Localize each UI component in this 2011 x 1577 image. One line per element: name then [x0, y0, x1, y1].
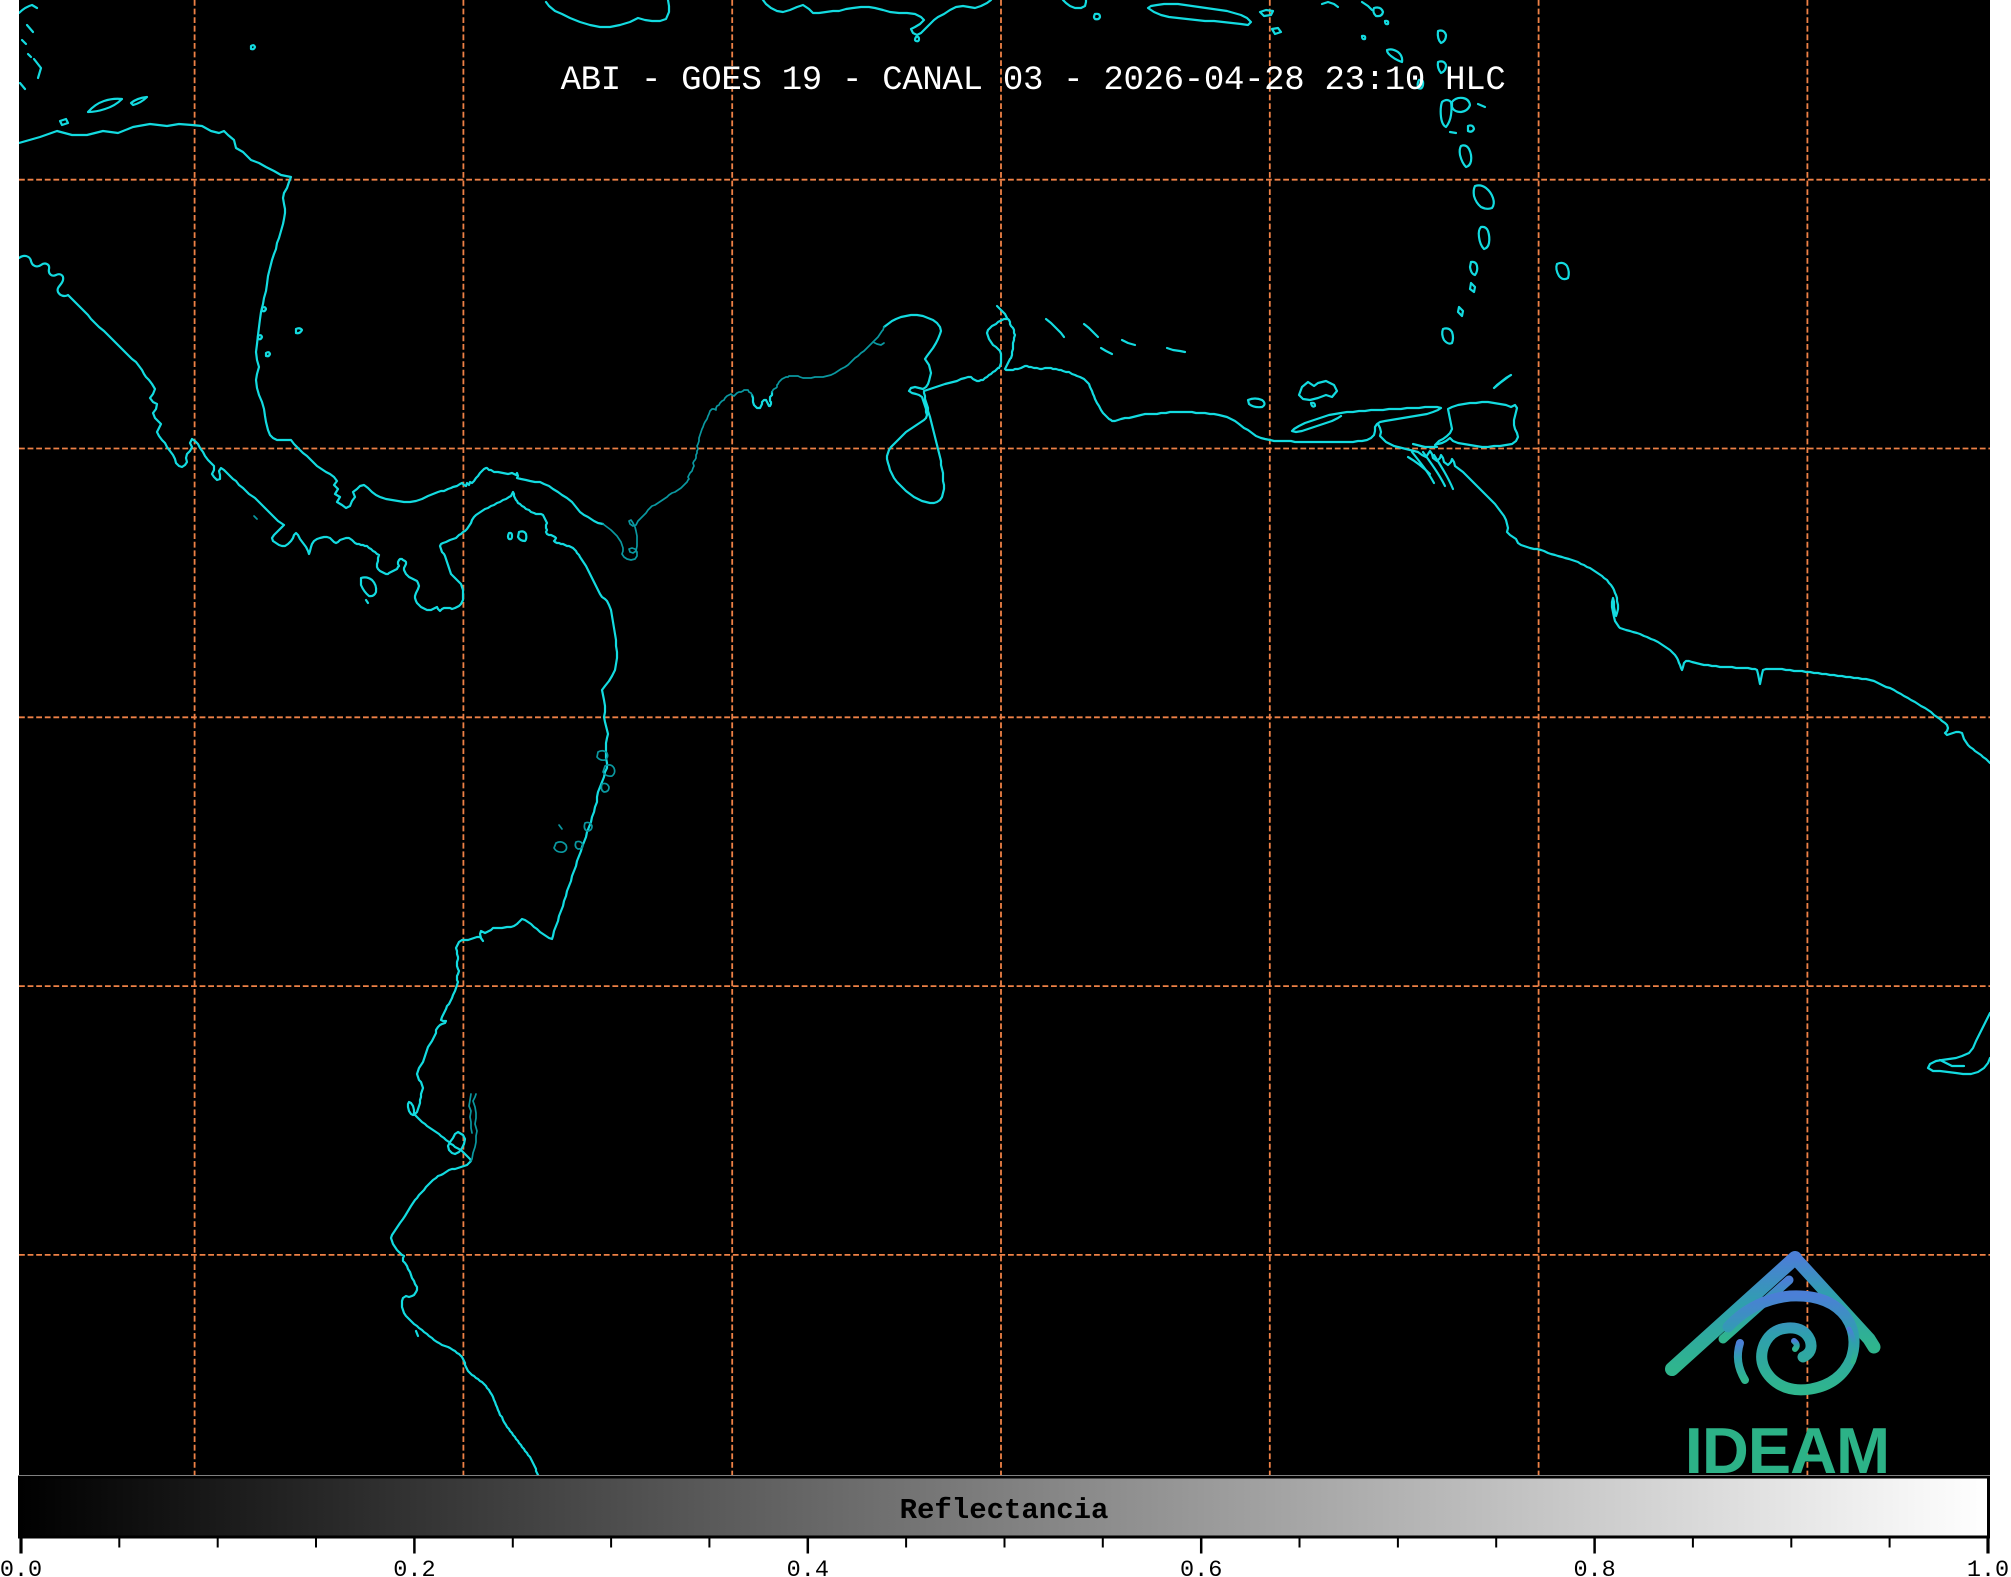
svg-text:ABI - GOES 19 - CANAL 03 - 202: ABI - GOES 19 - CANAL 03 - 2026-04-28 23…	[561, 62, 1506, 100]
svg-text:Reflectancia: Reflectancia	[900, 1494, 1109, 1527]
svg-text:1.0: 1.0	[1967, 1557, 2009, 1577]
svg-text:0.4: 0.4	[787, 1557, 829, 1577]
svg-text:0.2: 0.2	[393, 1557, 435, 1577]
svg-text:0.6: 0.6	[1180, 1557, 1222, 1577]
svg-text:0.0: 0.0	[0, 1557, 42, 1577]
svg-text:0.8: 0.8	[1573, 1557, 1615, 1577]
